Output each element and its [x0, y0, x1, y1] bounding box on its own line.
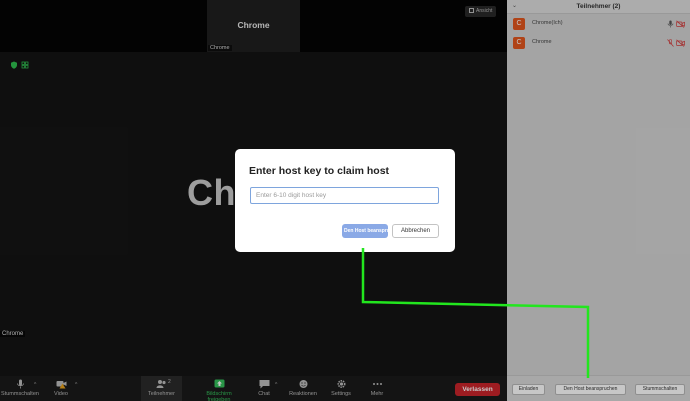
host-key-input[interactable]	[250, 187, 439, 204]
dialog-title: Enter host key to claim host	[249, 165, 390, 177]
cancel-button[interactable]: Abbrechen	[392, 224, 439, 238]
claim-host-dialog: Enter host key to claim host Den Host be…	[235, 149, 455, 252]
claim-host-confirm-button[interactable]: Den Host beanspruchen	[342, 224, 388, 238]
